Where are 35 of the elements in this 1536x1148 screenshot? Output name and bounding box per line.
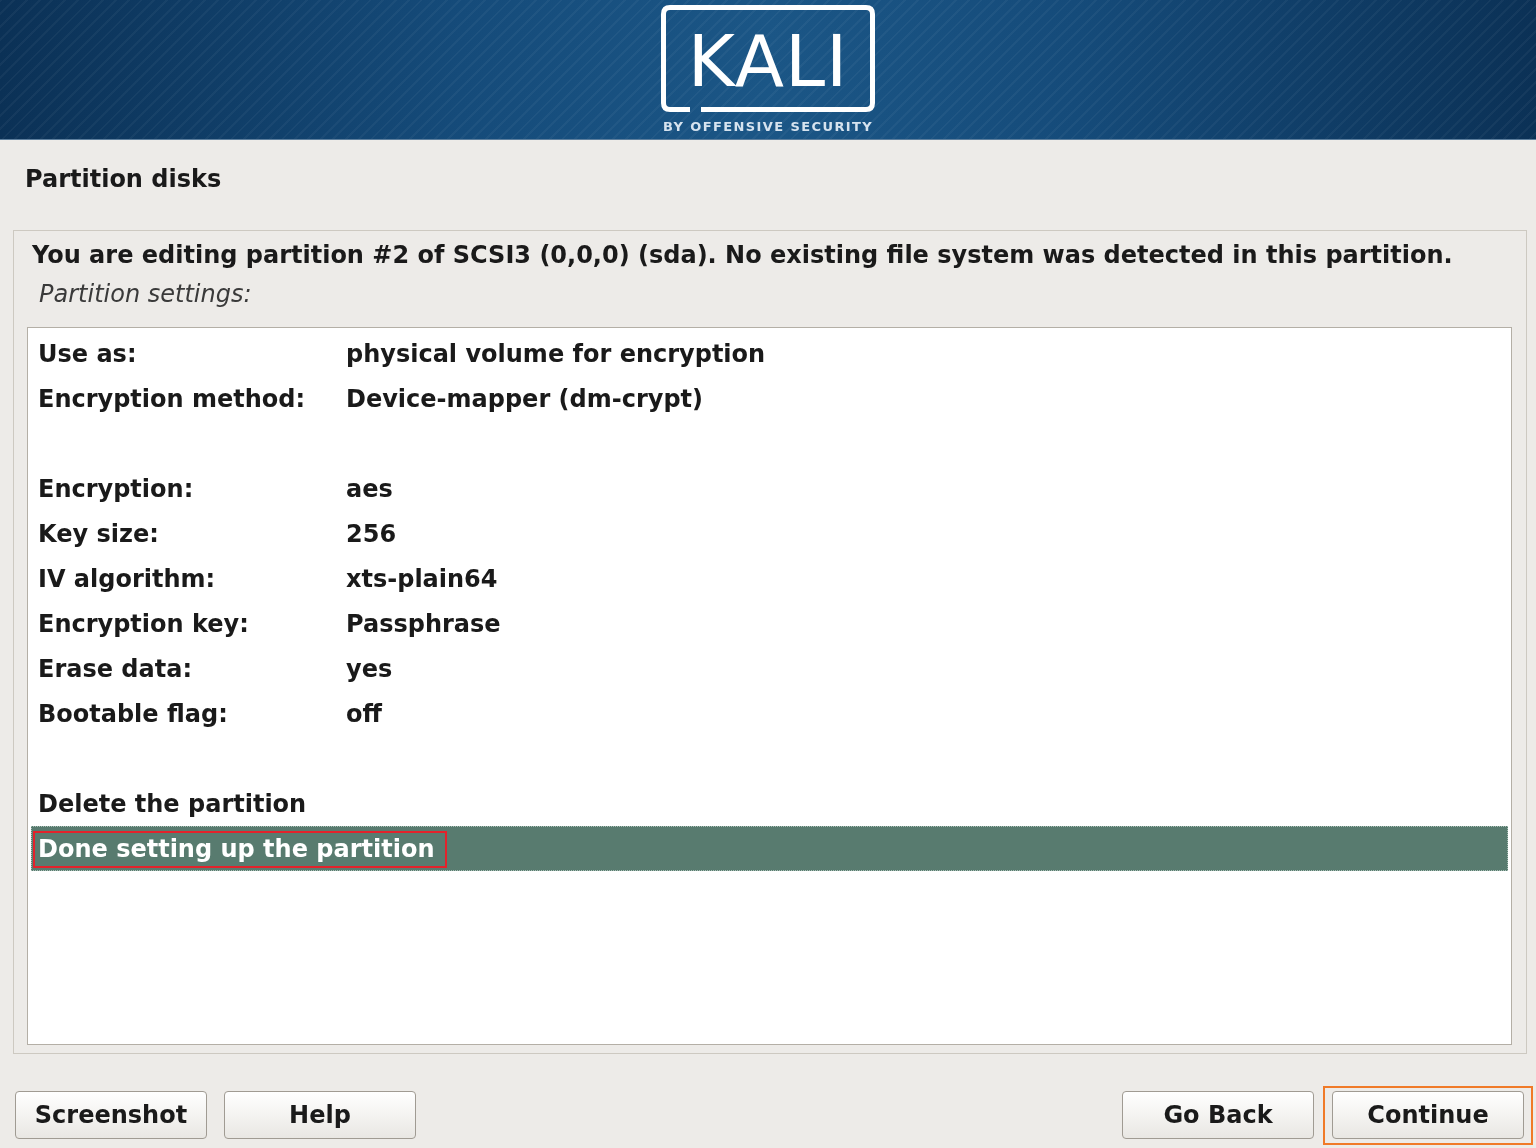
message-text: You are editing partition #2 of SCSI3 (0,0,0) (sda). No existing file system was detected in this partition. — [32, 241, 1453, 269]
setting-label: Use as: — [38, 339, 137, 368]
setting-label: Encryption key: — [38, 609, 249, 638]
dialog-button[interactable]: Screenshot — [15, 1091, 207, 1139]
list-caption: Partition settings: — [39, 280, 252, 308]
menu-item[interactable]: Use as: physical volume for encryption — [31, 331, 1508, 376]
setting-label: Bootable flag: — [38, 699, 228, 728]
setting-value: yes — [346, 654, 393, 683]
logo-wordmark: KALI — [687, 24, 849, 97]
setting-label: Erase data: — [38, 654, 192, 683]
setting-value: xts-plain64 — [346, 564, 498, 593]
menu-item[interactable]: IV algorithm: xts-plain64 — [31, 556, 1508, 601]
menu-item[interactable]: Erase data: yes — [31, 646, 1508, 691]
setting-label: Encryption method: — [38, 384, 306, 413]
menu-item[interactable]: Bootable flag: off — [31, 691, 1508, 736]
setting-value: physical volume for encryption — [346, 339, 766, 368]
dialog-button[interactable]: Go Back — [1122, 1091, 1314, 1139]
setting-value: Passphrase — [346, 609, 501, 638]
setting-value: aes — [346, 474, 393, 503]
setting-label: Key size: — [38, 519, 159, 548]
setting-label: Encryption: — [38, 474, 194, 503]
setting-label: IV algorithm: — [38, 564, 216, 593]
dialog-button[interactable]: Continue — [1332, 1091, 1524, 1139]
menu-item[interactable]: Encryption key: Passphrase — [31, 601, 1508, 646]
menu-item[interactable]: Key size: 256 — [31, 511, 1508, 556]
menu-item[interactable]: Delete the partition — [31, 781, 1508, 826]
setting-value: off — [346, 699, 382, 728]
menu-item[interactable]: Encryption: aes — [31, 466, 1508, 511]
logo-tagline: BY OFFENSIVE SECURITY — [662, 119, 874, 135]
setting-value: 256 — [346, 519, 397, 548]
setting-value: Device-mapper (dm-crypt) — [346, 384, 703, 413]
page-title: Partition disks — [25, 165, 222, 193]
dialog-button[interactable]: Help — [224, 1091, 416, 1139]
menu-item[interactable]: Encryption method: Device-mapper (dm-crypt) — [31, 376, 1508, 421]
menu-item[interactable]: Done setting up the partition — [31, 826, 1508, 871]
